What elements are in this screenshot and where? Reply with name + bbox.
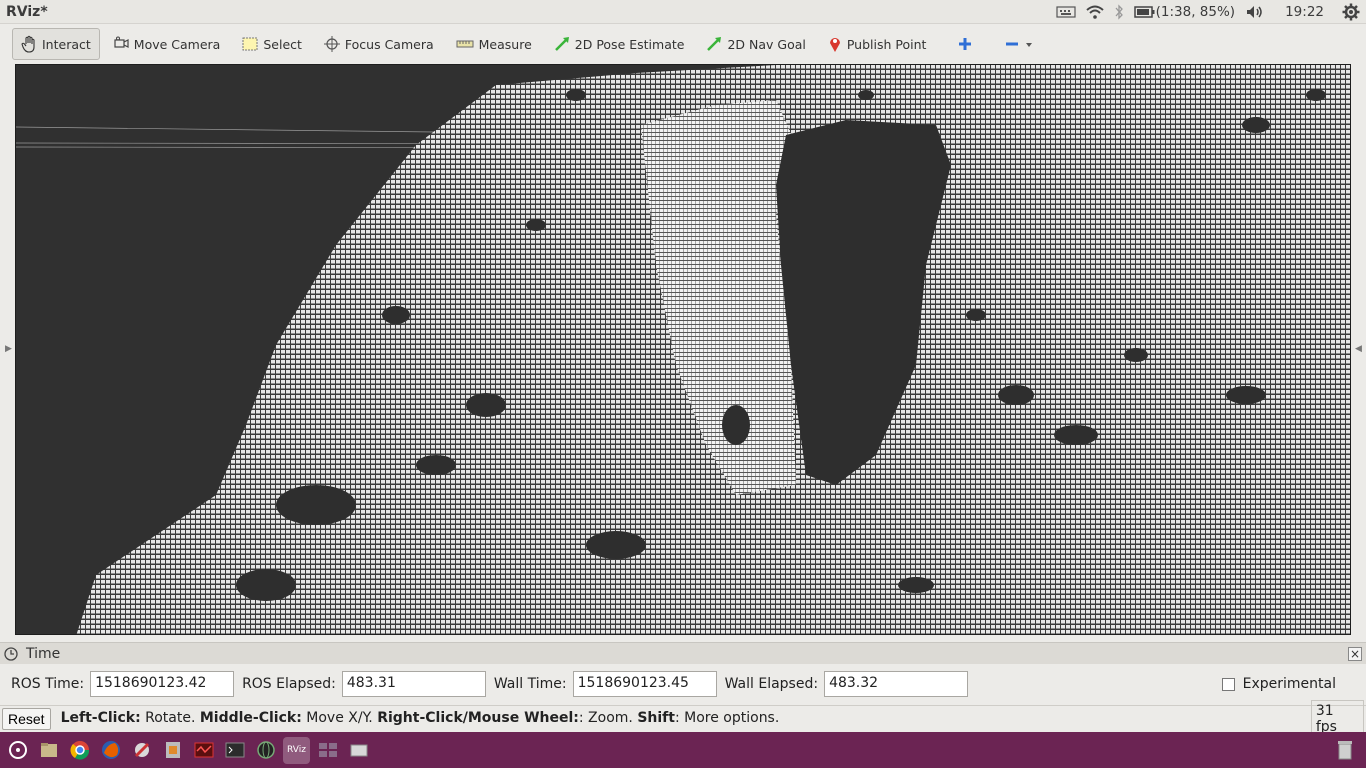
hint-middle-click: Middle-Click: — [199, 709, 302, 726]
experimental-label: Experimental — [1242, 676, 1336, 692]
time-panel-header: Time × — [0, 642, 1366, 664]
chrome-icon[interactable] — [66, 737, 93, 764]
rviz-icon[interactable]: RViz — [283, 736, 310, 764]
expand-left-icon: ▶ — [5, 344, 12, 354]
hint-right-click: Right-Click/Mouse Wheel: — [377, 709, 579, 726]
system-settings-icon[interactable] — [128, 737, 155, 764]
minus-icon — [1006, 42, 1019, 46]
reset-button[interactable]: Reset — [2, 707, 51, 730]
focus-camera-tool-button[interactable]: Focus Camera — [315, 28, 443, 60]
wall-elapsed-field[interactable]: 483.32 — [824, 671, 969, 697]
select-icon — [242, 37, 258, 51]
move-camera-tool-button[interactable]: Move Camera — [104, 28, 230, 60]
move-camera-label: Move Camera — [133, 36, 221, 52]
focus-camera-icon — [323, 36, 340, 52]
battery-status: (1:38, 85%) — [1155, 3, 1236, 20]
experimental-checkbox[interactable]: Experimental — [1221, 676, 1336, 692]
wall-elapsed-label: Wall Elapsed: — [724, 676, 819, 692]
map-pin-icon — [829, 38, 840, 52]
globe-app-icon[interactable] — [252, 737, 279, 764]
measure-label: Measure — [478, 36, 532, 52]
tool-bar: Interact Move Camera Select Focus Camera… — [0, 24, 1366, 64]
ubuntu-dash-icon[interactable] — [4, 737, 31, 764]
hand-icon — [21, 35, 35, 53]
select-tool-button[interactable]: Select — [233, 28, 311, 60]
bluetooth-icon[interactable] — [1114, 3, 1124, 20]
battery-indicator[interactable]: (1:38, 85%) — [1133, 3, 1236, 20]
drive-icon[interactable] — [345, 737, 372, 764]
checkbox-box[interactable] — [1221, 677, 1235, 691]
render-viewport[interactable] — [15, 64, 1351, 635]
hint-left-click: Left-Click: — [60, 709, 141, 726]
move-camera-icon — [114, 36, 129, 48]
wall-time-field[interactable]: 1518690123.45 — [572, 671, 717, 697]
publish-point-label: Publish Point — [846, 36, 927, 52]
measure-tool-button[interactable]: Measure — [447, 28, 541, 60]
nav-goal-arrow-icon — [707, 37, 722, 51]
status-hint: Left-Click: Rotate. Middle-Click: Move X… — [59, 707, 1311, 731]
pose-arrow-icon — [554, 37, 569, 51]
hint-rotate: Rotate. — [140, 709, 200, 726]
pose-estimate-tool-button[interactable]: 2D Pose Estimate — [545, 28, 694, 60]
window-title: RViz* — [6, 3, 48, 20]
add-tool-button[interactable] — [949, 28, 986, 60]
time-panel-fields: ROS Time: 1518690123.42 ROS Elapsed: 483… — [0, 665, 1366, 703]
status-bar: Reset Left-Click: Rotate. Middle-Click: … — [0, 699, 1366, 738]
battery-icon — [1133, 5, 1155, 18]
top-panel: RViz* (1:38, 85%) 19:22 — [0, 0, 1366, 24]
left-dock-handle[interactable]: ▶ — [0, 64, 15, 635]
indicator-area: (1:38, 85%) 19:22 — [1056, 3, 1360, 21]
select-label: Select — [263, 36, 302, 52]
files-icon[interactable] — [35, 737, 62, 764]
plus-icon — [959, 38, 972, 50]
firefox-icon[interactable] — [97, 737, 124, 764]
clock-icon — [4, 646, 18, 661]
pose-estimate-label: 2D Pose Estimate — [574, 36, 685, 52]
network-tool-icon[interactable] — [190, 737, 217, 764]
workspaces-icon[interactable] — [314, 737, 341, 764]
wifi-icon[interactable] — [1085, 5, 1104, 19]
keyboard-icon[interactable] — [1056, 5, 1076, 18]
hint-more: : More options. — [674, 709, 780, 726]
expand-right-icon: ◀ — [1355, 344, 1362, 354]
right-dock-handle[interactable]: ◀ — [1351, 64, 1366, 635]
hint-shift: Shift — [637, 709, 675, 726]
trash-icon[interactable] — [1331, 737, 1358, 764]
nav-goal-tool-button[interactable]: 2D Nav Goal — [697, 28, 814, 60]
ruler-icon — [456, 40, 474, 48]
clock[interactable]: 19:22 — [1285, 4, 1324, 20]
focus-camera-label: Focus Camera — [344, 36, 434, 52]
nav-goal-label: 2D Nav Goal — [727, 36, 806, 52]
hint-zoom: : Zoom. — [578, 709, 638, 726]
ros-time-field[interactable]: 1518690123.42 — [90, 671, 235, 697]
terminal-icon[interactable] — [221, 737, 248, 764]
media-app-icon[interactable] — [159, 737, 186, 764]
point-cloud-render — [16, 65, 1350, 634]
close-icon[interactable]: × — [1348, 646, 1362, 661]
remove-tool-button[interactable] — [996, 28, 1048, 60]
time-panel-title: Time — [26, 645, 61, 662]
ros-elapsed-field[interactable]: 483.31 — [341, 671, 486, 697]
publish-point-tool-button[interactable]: Publish Point — [819, 28, 936, 60]
interact-label: Interact — [42, 36, 91, 52]
chevron-down-icon — [1026, 43, 1033, 47]
hint-move: Move X/Y. — [301, 709, 378, 726]
wall-time-label: Wall Time: — [493, 676, 567, 692]
volume-icon[interactable] — [1245, 5, 1265, 19]
launcher-bar: RViz — [0, 732, 1366, 768]
gear-icon[interactable] — [1342, 3, 1360, 21]
interact-tool-button[interactable]: Interact — [12, 28, 100, 60]
ros-elapsed-label: ROS Elapsed: — [242, 676, 336, 692]
ros-time-label: ROS Time: — [11, 676, 85, 692]
